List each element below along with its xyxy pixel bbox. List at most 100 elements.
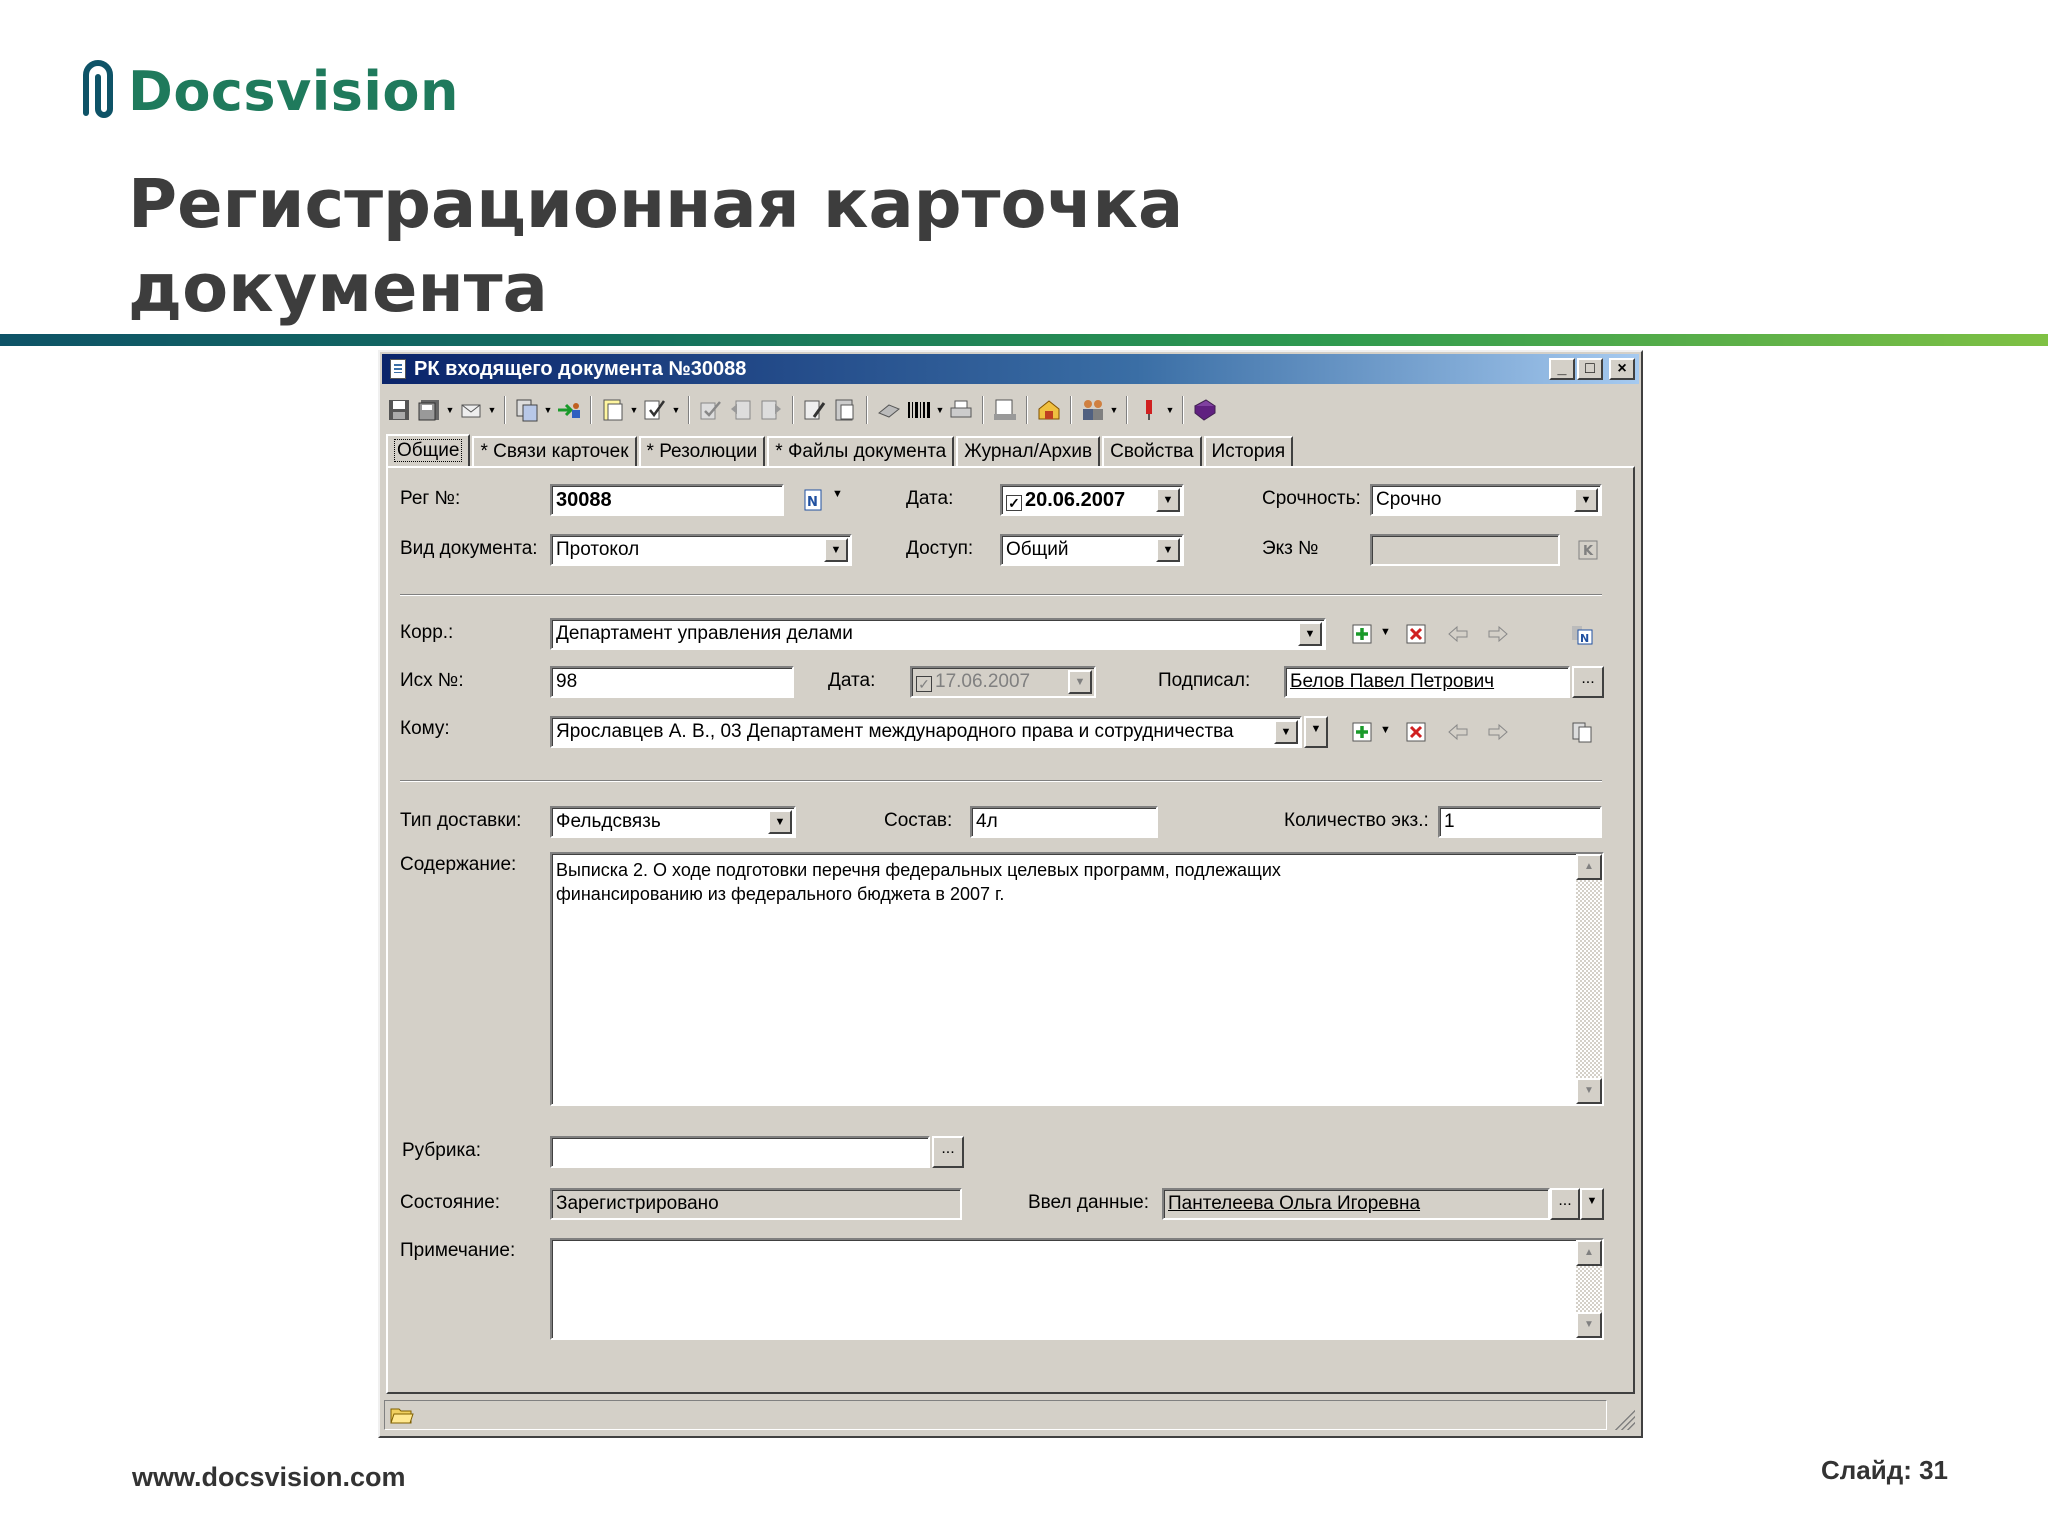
forward-icon[interactable] bbox=[554, 395, 584, 425]
tab-general[interactable]: Общие bbox=[386, 434, 471, 466]
note-textarea[interactable]: ▲ ▼ bbox=[550, 1238, 1604, 1340]
scroll-down-icon[interactable]: ▼ bbox=[1576, 1312, 1602, 1338]
chevron-down-icon[interactable]: ▼ bbox=[1164, 395, 1176, 425]
print-card-icon[interactable] bbox=[990, 395, 1020, 425]
chevron-down-icon[interactable]: ▼ bbox=[832, 488, 843, 500]
chevron-down-icon[interactable]: ▼ bbox=[670, 395, 682, 425]
to-extra-dropdown[interactable]: ▼ bbox=[1304, 716, 1328, 748]
redo-icon[interactable] bbox=[756, 395, 786, 425]
add-icon[interactable] bbox=[1348, 620, 1376, 648]
chevron-down-icon[interactable]: ▼ bbox=[768, 810, 792, 834]
copies-field[interactable]: 1 bbox=[1438, 806, 1602, 838]
maximize-button[interactable]: □ bbox=[1577, 358, 1603, 380]
urgency-select[interactable]: Срочно ▼ bbox=[1370, 484, 1602, 516]
tab-journal-archive[interactable]: Журнал/Архив bbox=[956, 436, 1101, 466]
tab-properties[interactable]: Свойства bbox=[1102, 436, 1202, 466]
out-date-field: ✓ 17.06.2007 ▼ bbox=[910, 666, 1096, 698]
scroll-up-icon[interactable]: ▲ bbox=[1576, 854, 1602, 880]
chevron-down-icon[interactable]: ▼ bbox=[1298, 622, 1322, 646]
content-textarea[interactable]: Выписка 2. О ходе подготовки перечня фед… bbox=[550, 852, 1604, 1106]
book-icon[interactable] bbox=[1190, 395, 1220, 425]
scroll-up-icon[interactable]: ▲ bbox=[1576, 1240, 1602, 1266]
note-scrollbar[interactable]: ▲ ▼ bbox=[1576, 1240, 1602, 1338]
arrow-right-icon[interactable] bbox=[1484, 620, 1512, 648]
scroll-down-icon[interactable]: ▼ bbox=[1576, 1078, 1602, 1104]
resize-grip-icon[interactable] bbox=[1615, 1410, 1635, 1430]
chevron-down-icon[interactable]: ▼ bbox=[1274, 720, 1298, 744]
date-field[interactable]: ✓ 20.06.2007 ▼ bbox=[1000, 484, 1184, 516]
delete-icon[interactable] bbox=[1402, 620, 1430, 648]
tab-history[interactable]: История bbox=[1203, 436, 1294, 466]
chevron-down-icon[interactable]: ▼ bbox=[486, 395, 498, 425]
approve-icon[interactable] bbox=[696, 395, 726, 425]
edit-icon[interactable] bbox=[800, 395, 830, 425]
date-checkbox[interactable]: ✓ bbox=[1006, 495, 1022, 511]
tab-card-links[interactable]: * Связи карточек bbox=[472, 436, 637, 466]
arrow-right-icon[interactable] bbox=[1484, 718, 1512, 746]
entered-browse-button[interactable]: ... bbox=[1550, 1188, 1580, 1220]
copy-card-icon[interactable] bbox=[512, 395, 542, 425]
chevron-down-icon[interactable]: ▼ bbox=[1380, 724, 1391, 736]
arrow-left-icon[interactable] bbox=[1444, 718, 1472, 746]
to-select[interactable]: Ярославцев А. В., 03 Департамент междуна… bbox=[550, 716, 1302, 748]
undo-icon[interactable] bbox=[726, 395, 756, 425]
save-icon[interactable] bbox=[384, 395, 414, 425]
corr-select[interactable]: Департамент управления делами ▼ bbox=[550, 618, 1326, 650]
reg-no-field[interactable]: 30088 bbox=[550, 484, 784, 516]
chevron-down-icon[interactable]: ▼ bbox=[542, 395, 554, 425]
out-date-label: Дата: bbox=[828, 670, 876, 691]
chevron-down-icon[interactable]: ▼ bbox=[824, 538, 848, 562]
copy-recipients-icon[interactable] bbox=[1568, 718, 1596, 746]
folder-icon[interactable] bbox=[390, 1406, 414, 1424]
close-button[interactable]: × bbox=[1609, 358, 1635, 380]
tab-document-files[interactable]: * Файлы документа bbox=[767, 436, 955, 466]
to-value: Ярославцев А. В., 03 Департамент междуна… bbox=[556, 721, 1234, 742]
rubric-field[interactable] bbox=[550, 1136, 930, 1168]
access-select[interactable]: Общий ▼ bbox=[1000, 534, 1184, 566]
signed-field[interactable]: Белов Павел Петрович bbox=[1284, 666, 1570, 698]
print-preview-icon[interactable] bbox=[874, 395, 904, 425]
delivery-select[interactable]: Фельдсвязь ▼ bbox=[550, 806, 796, 838]
chevron-down-icon[interactable]: ▼ bbox=[444, 395, 456, 425]
composition-field[interactable]: 4л bbox=[970, 806, 1158, 838]
content-scrollbar[interactable]: ▲ ▼ bbox=[1576, 854, 1602, 1104]
chevron-down-icon[interactable]: ▼ bbox=[934, 395, 946, 425]
chevron-down-icon[interactable]: ▼ bbox=[628, 395, 640, 425]
check-icon[interactable] bbox=[640, 395, 670, 425]
new-document-icon[interactable] bbox=[598, 395, 628, 425]
barcode-icon[interactable] bbox=[904, 395, 934, 425]
chevron-down-icon[interactable]: ▼ bbox=[1156, 538, 1180, 562]
chevron-down-icon[interactable]: ▼ bbox=[1156, 488, 1180, 512]
out-no-field[interactable]: 98 bbox=[550, 666, 794, 698]
window-title: РК входящего документа №30088 bbox=[414, 358, 747, 380]
toolbar-separator bbox=[688, 396, 690, 424]
numerator-icon[interactable]: N bbox=[800, 486, 828, 514]
status-bar bbox=[384, 1398, 1637, 1432]
footer-url[interactable]: www.docsvision.com bbox=[132, 1462, 406, 1493]
archive-icon[interactable] bbox=[1034, 395, 1064, 425]
numerator-lookup-icon[interactable]: N bbox=[1568, 620, 1596, 648]
rubric-browse-button[interactable]: ... bbox=[932, 1136, 964, 1168]
save-options-icon[interactable] bbox=[414, 395, 444, 425]
chevron-down-icon[interactable]: ▼ bbox=[1380, 626, 1391, 638]
paste-icon[interactable] bbox=[830, 395, 860, 425]
minimize-button[interactable]: _ bbox=[1549, 358, 1575, 380]
printer-icon[interactable] bbox=[946, 395, 976, 425]
entered-dropdown-button[interactable]: ▼ bbox=[1580, 1188, 1604, 1220]
state-field: Зарегистрировано bbox=[550, 1188, 962, 1220]
signed-browse-button[interactable]: ... bbox=[1572, 666, 1604, 698]
out-no-label: Исх №: bbox=[400, 670, 464, 691]
urgency-label: Срочность: bbox=[1262, 488, 1361, 509]
chevron-down-icon[interactable]: ▼ bbox=[1574, 488, 1598, 512]
tab-resolutions[interactable]: * Резолюции bbox=[638, 436, 766, 466]
signed-label: Подписал: bbox=[1158, 670, 1251, 691]
users-icon[interactable] bbox=[1078, 395, 1108, 425]
chevron-down-icon[interactable]: ▼ bbox=[1108, 395, 1120, 425]
doc-type-select[interactable]: Протокол ▼ bbox=[550, 534, 852, 566]
add-icon[interactable] bbox=[1348, 718, 1376, 746]
delete-icon[interactable] bbox=[1402, 718, 1430, 746]
k-icon[interactable]: K bbox=[1574, 536, 1602, 564]
arrow-left-icon[interactable] bbox=[1444, 620, 1472, 648]
marker-icon[interactable] bbox=[1134, 395, 1164, 425]
send-mail-icon[interactable] bbox=[456, 395, 486, 425]
